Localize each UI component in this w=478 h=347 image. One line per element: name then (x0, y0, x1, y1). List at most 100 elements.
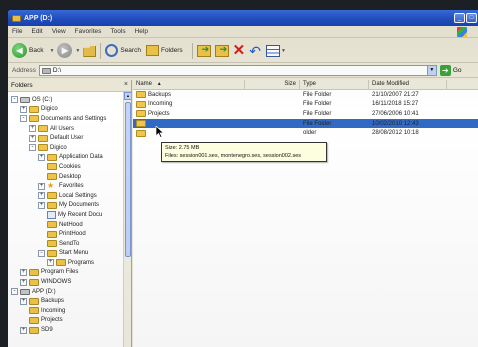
menu-file[interactable]: File (12, 28, 22, 35)
explorer-window: APP (D:) _ □ File Edit View Favorites To… (8, 10, 478, 347)
tree-item[interactable]: + Default User (8, 133, 131, 143)
column-name-label: Name (136, 81, 153, 87)
go-button[interactable]: ➔ Go (439, 65, 462, 76)
search-label: Search (120, 47, 141, 54)
scrollbar-thumb[interactable] (125, 102, 131, 257)
folder-icon (38, 144, 48, 152)
column-size[interactable]: Size (245, 80, 300, 89)
column-date-modified[interactable]: Date Modified (369, 80, 447, 89)
expand-icon[interactable]: + (29, 125, 36, 133)
expand-icon[interactable]: + (20, 105, 27, 113)
file-row[interactable]: File Folder 10/02/2010 12:43 (133, 118, 478, 129)
tree-item[interactable]: My Recent Docu (8, 210, 131, 220)
minimize-button[interactable]: _ (454, 13, 465, 23)
folder-icon (47, 230, 57, 238)
address-dropdown-icon[interactable]: ▼ (426, 66, 436, 75)
tree-item[interactable]: + WINDOWS (8, 277, 131, 287)
tree-item[interactable]: Cookies (8, 162, 131, 172)
tooltip-files: Files: session001.ses, montenegro.ses, s… (165, 152, 302, 159)
tree-item[interactable]: Projects (8, 316, 131, 326)
folders-scrollbar[interactable]: ▲ (123, 92, 131, 347)
tree-item[interactable]: - Digico (8, 143, 131, 153)
forward-dropdown-icon[interactable]: ▼ (75, 48, 80, 54)
menu-view[interactable]: View (52, 28, 66, 35)
undo-icon[interactable]: ↶ (249, 44, 261, 58)
file-row[interactable]: older 28/08/2012 10:18 (133, 128, 478, 138)
folder-icon (136, 91, 146, 99)
tree-item[interactable]: - Start Menu (8, 249, 131, 259)
tree-item[interactable]: Desktop (8, 172, 131, 182)
collapse-icon[interactable]: - (11, 96, 18, 104)
search-button[interactable]: Search (105, 44, 141, 57)
file-row[interactable]: Projects File Folder 27/06/2006 10:41 (133, 109, 478, 119)
column-type[interactable]: Type (300, 80, 369, 89)
drive-icon (20, 96, 30, 103)
tree-item[interactable]: + Local Settings (8, 191, 131, 201)
tree-item[interactable]: - APP (D:) (8, 287, 131, 297)
tree-item[interactable]: + Application Data (8, 153, 131, 163)
back-dropdown-icon[interactable]: ▼ (49, 48, 54, 54)
tree-item[interactable]: + SD9 (8, 325, 131, 335)
tree-item[interactable]: - OS (C:) (8, 95, 131, 105)
file-date-cell: 27/06/2006 10:41 (372, 110, 419, 117)
tree-item[interactable]: SendTo (8, 239, 131, 249)
file-date-cell: 21/10/2007 21:27 (372, 91, 419, 98)
expand-icon[interactable]: + (20, 278, 27, 286)
expand-icon[interactable]: + (20, 268, 27, 276)
copy-to-icon[interactable] (214, 44, 229, 57)
tree-item[interactable]: + Backups (8, 296, 131, 306)
tree-item[interactable]: + Programs (8, 258, 131, 268)
tree-item-label: Favorites (59, 183, 84, 190)
tree-item[interactable]: PrintHood (8, 229, 131, 239)
up-folder-icon[interactable] (83, 45, 97, 57)
expand-icon[interactable]: + (38, 192, 45, 200)
column-name[interactable]: Name ▲ (133, 80, 245, 89)
scroll-up-icon[interactable]: ▲ (124, 92, 131, 100)
expand-icon[interactable]: + (38, 182, 45, 190)
views-dropdown-icon[interactable]: ▼ (281, 48, 286, 54)
menu-tools[interactable]: Tools (110, 28, 125, 35)
expand-icon[interactable]: + (20, 297, 27, 305)
expand-icon[interactable]: + (20, 326, 27, 334)
delete-icon[interactable]: ✕ (233, 43, 246, 58)
tree-item[interactable]: + ★ Favorites (8, 181, 131, 191)
collapse-icon[interactable]: - (11, 288, 18, 296)
collapse-icon[interactable]: - (29, 144, 36, 152)
file-type-cell: File Folder (303, 110, 332, 117)
collapse-icon[interactable]: - (20, 115, 27, 123)
tree-item[interactable]: + All Users (8, 124, 131, 134)
file-name-cell: Incoming (133, 100, 245, 108)
folders-button[interactable]: Folders (145, 45, 183, 56)
folders-pane-title: Folders (11, 82, 33, 89)
file-name: Backups (148, 91, 172, 98)
expand-icon[interactable]: + (38, 201, 45, 209)
folder-icon (29, 105, 39, 113)
folder-icon (29, 297, 39, 305)
address-input[interactable]: D:\ ▼ (38, 65, 437, 76)
forward-button[interactable]: ▶ (57, 43, 73, 58)
tree-item[interactable]: + Digico (8, 105, 131, 115)
views-icon[interactable] (265, 44, 280, 57)
tree-item[interactable]: - Documents and Settings (8, 114, 131, 124)
menu-edit[interactable]: Edit (31, 28, 42, 35)
expand-icon[interactable]: + (38, 153, 45, 161)
close-pane-icon[interactable]: × (124, 81, 128, 88)
toolbar-separator (100, 42, 102, 59)
tree-item[interactable]: + My Documents (8, 201, 131, 211)
tree-item[interactable]: NetHood (8, 220, 131, 230)
back-button[interactable]: ◀ Back (12, 43, 43, 58)
tree-item-label: Projects (41, 317, 63, 324)
file-row[interactable]: Incoming File Folder 16/11/2018 15:27 (133, 100, 478, 110)
expand-icon[interactable]: + (29, 134, 36, 142)
menu-help[interactable]: Help (135, 28, 148, 35)
folder-info-tooltip: Size: 2.75 MB Files: session001.ses, mon… (161, 142, 327, 162)
maximize-button[interactable]: □ (466, 13, 477, 23)
move-to-icon[interactable] (196, 44, 211, 57)
file-row[interactable]: Backups File Folder 21/10/2007 21:27 (133, 90, 478, 100)
folders-icon (145, 45, 159, 56)
menu-favorites[interactable]: Favorites (75, 28, 102, 35)
collapse-icon[interactable]: - (38, 249, 45, 257)
tree-item[interactable]: Incoming (8, 306, 131, 316)
tree-item[interactable]: + Program Files (8, 268, 131, 278)
expand-icon[interactable]: + (47, 259, 54, 267)
